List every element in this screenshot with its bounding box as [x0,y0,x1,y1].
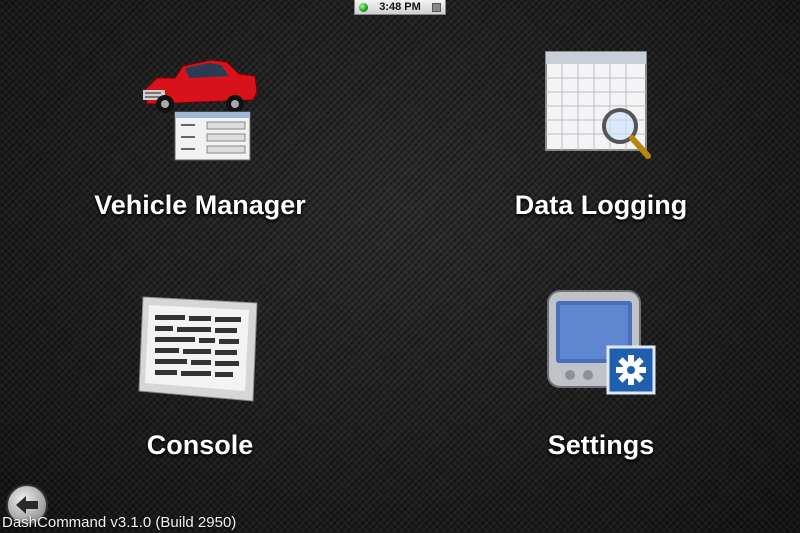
spreadsheet-magnifier-icon [536,50,666,165]
status-bar: 3:48 PM [354,0,446,15]
version-text: DashCommand v3.1.0 (Build 2950) [2,514,237,531]
back-arrow-icon [16,496,38,514]
data-logging-tile[interactable]: Data Logging [451,40,751,240]
pickup-truck-icon [135,48,265,163]
connection-status-icon [359,2,368,12]
device-gear-icon [536,287,666,402]
vehicle-manager-tile[interactable]: Vehicle Manager [50,40,350,240]
console-tile[interactable]: Console [50,285,350,485]
settings-label: Settings [547,430,655,460]
settings-tile[interactable]: Settings [451,285,751,485]
console-text-icon [135,293,265,403]
status-square-icon [431,2,441,12]
clock: 3:48 PM [379,1,421,13]
vehicle-manager-label: Vehicle Manager [94,190,306,220]
console-label: Console [146,430,254,460]
data-logging-label: Data Logging [514,190,688,220]
